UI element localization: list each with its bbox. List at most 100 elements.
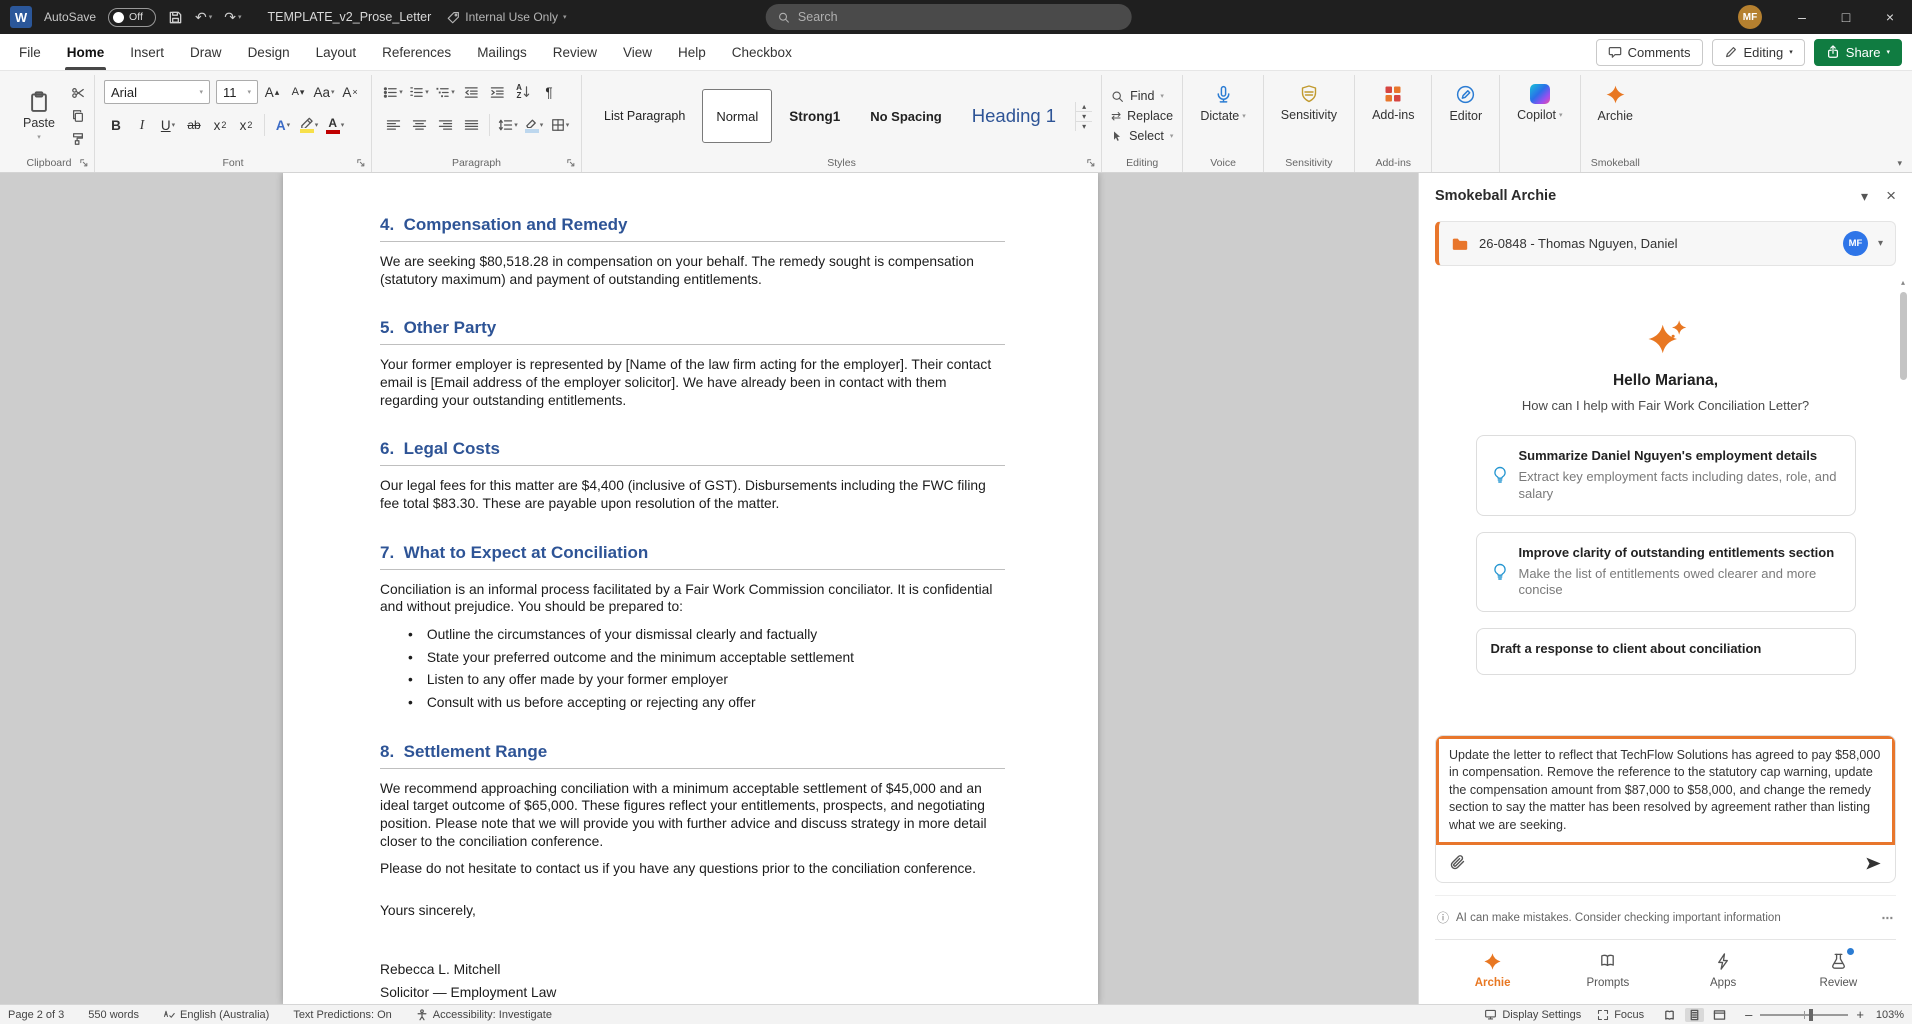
comments-button[interactable]: Comments — [1596, 39, 1703, 66]
replace-button[interactable]: ⇄Replace — [1111, 109, 1173, 123]
tab-layout[interactable]: Layout — [303, 34, 370, 70]
addins-button[interactable]: Add-ins — [1364, 78, 1422, 154]
sensitivity-label-button[interactable]: Internal Use Only ▾ — [447, 10, 566, 24]
style-no-spacing[interactable]: No Spacing — [857, 89, 955, 143]
focus-mode-button[interactable]: Focus — [1597, 1009, 1644, 1021]
decrease-indent-button[interactable] — [459, 80, 483, 104]
language-indicator[interactable]: English (Australia) — [163, 1009, 269, 1021]
sort-button[interactable]: AZ — [511, 80, 535, 104]
show-formatting-marks-button[interactable]: ¶ — [537, 80, 561, 104]
document-page[interactable]: 4. Compensation and Remedy We are seekin… — [283, 173, 1098, 1004]
tab-review[interactable]: Review — [540, 34, 610, 70]
web-layout-icon[interactable] — [1710, 1008, 1729, 1022]
editor-button[interactable]: Editor — [1441, 78, 1490, 154]
align-right-button[interactable] — [433, 113, 457, 137]
grow-font-button[interactable]: A▴ — [260, 80, 284, 104]
italic-button[interactable]: I — [130, 113, 154, 137]
word-count[interactable]: 550 words — [88, 1009, 139, 1021]
select-button[interactable]: Select▾ — [1111, 129, 1173, 143]
multilevel-list-button[interactable]: ▾ — [433, 80, 457, 104]
paste-button[interactable]: Paste ▾ — [13, 78, 65, 154]
style-normal[interactable]: Normal — [702, 89, 772, 143]
line-spacing-button[interactable]: ▾ — [496, 113, 520, 137]
scrollbar-up-icon[interactable]: ▴ — [1897, 278, 1909, 287]
strikethrough-button[interactable]: ab — [182, 113, 206, 137]
text-predictions-indicator[interactable]: Text Predictions: On — [293, 1009, 391, 1021]
superscript-button[interactable]: x2 — [234, 113, 258, 137]
tab-design[interactable]: Design — [235, 34, 303, 70]
search-input[interactable] — [798, 10, 1120, 24]
undo-button[interactable]: ↶▾ — [195, 9, 212, 26]
font-size-combo[interactable]: 11▾ — [216, 80, 258, 104]
send-icon[interactable] — [1864, 854, 1883, 873]
styles-scroll-down-icon[interactable]: ▾ — [1076, 111, 1092, 121]
editing-mode-button[interactable]: Editing ▾ — [1712, 39, 1805, 66]
style-heading-1[interactable]: Heading 1 — [959, 89, 1069, 143]
numbering-button[interactable]: ▾ — [407, 80, 431, 104]
close-button[interactable]: × — [1868, 0, 1912, 34]
borders-button[interactable]: ▾ — [548, 113, 572, 137]
nav-tab-review[interactable]: Review — [1781, 951, 1896, 989]
copilot-button[interactable]: Copilot▾ — [1509, 78, 1570, 154]
nav-tab-prompts[interactable]: Prompts — [1550, 951, 1665, 989]
zoom-slider[interactable] — [1760, 1014, 1848, 1016]
font-color-button[interactable]: A▾ — [323, 113, 347, 137]
styles-scroll-up-icon[interactable]: ▴ — [1076, 102, 1092, 111]
zoom-out-button[interactable]: – — [1745, 1007, 1752, 1022]
tab-home[interactable]: Home — [54, 34, 118, 70]
shading-button[interactable]: ▾ — [522, 113, 546, 137]
tab-references[interactable]: References — [369, 34, 464, 70]
nav-tab-archie[interactable]: Archie — [1435, 951, 1550, 989]
style-list-paragraph[interactable]: List Paragraph — [591, 89, 698, 143]
tab-draw[interactable]: Draw — [177, 34, 235, 70]
zoom-in-button[interactable]: + — [1856, 1007, 1864, 1022]
archie-ribbon-button[interactable]: Archie — [1590, 78, 1641, 154]
increase-indent-button[interactable] — [485, 80, 509, 104]
print-layout-icon[interactable] — [1685, 1008, 1704, 1022]
autosave-toggle[interactable]: Off — [108, 8, 156, 27]
nav-tab-apps[interactable]: Apps — [1666, 951, 1781, 989]
suggestion-card[interactable]: Summarize Daniel Nguyen's employment det… — [1476, 435, 1856, 516]
panel-collapse-icon[interactable]: ▾ — [1861, 188, 1868, 205]
shrink-font-button[interactable]: A▾ — [286, 80, 310, 104]
tab-mailings[interactable]: Mailings — [464, 34, 540, 70]
user-avatar[interactable]: MF — [1738, 5, 1762, 29]
maximize-button[interactable]: □ — [1824, 0, 1868, 34]
attachment-icon[interactable] — [1448, 855, 1466, 873]
save-icon[interactable] — [168, 10, 183, 25]
document-title[interactable]: TEMPLATE_v2_Prose_Letter — [268, 10, 432, 24]
matter-selector[interactable]: 26-0848 - Thomas Nguyen, Daniel MF ▾ — [1435, 221, 1896, 266]
underline-button[interactable]: U▾ — [156, 113, 180, 137]
archie-prompt-input[interactable]: Update the letter to reflect that TechFl… — [1436, 736, 1895, 846]
align-center-button[interactable] — [407, 113, 431, 137]
t ab-insert[interactable]: Insert — [117, 34, 177, 70]
tab-help[interactable]: Help — [665, 34, 719, 70]
justify-button[interactable] — [459, 113, 483, 137]
bullets-button[interactable]: ▾ — [381, 80, 405, 104]
redo-button[interactable]: ↷▾ — [224, 9, 241, 26]
align-left-button[interactable] — [381, 113, 405, 137]
scrollbar-thumb[interactable] — [1900, 292, 1907, 380]
style-strong1[interactable]: Strong1 — [776, 89, 853, 143]
styles-gallery-more-icon[interactable]: ▾ — [1076, 121, 1092, 131]
font-name-combo[interactable]: Arial▾ — [104, 80, 210, 104]
search-box[interactable] — [766, 4, 1132, 30]
panel-scrollbar[interactable]: ▴ — [1897, 276, 1909, 735]
format-painter-icon[interactable] — [71, 132, 85, 146]
highlight-color-button[interactable]: ▾ — [297, 113, 321, 137]
word-logo-icon[interactable]: W — [10, 6, 32, 28]
zoom-slider-thumb[interactable] — [1809, 1009, 1813, 1021]
clear-formatting-button[interactable]: A× — [338, 80, 362, 104]
read-mode-icon[interactable] — [1660, 1008, 1679, 1022]
copy-icon[interactable] — [71, 109, 85, 123]
cut-icon[interactable] — [71, 86, 85, 100]
accessibility-indicator[interactable]: Accessibility: Investigate — [416, 1009, 552, 1021]
sensitivity-button[interactable]: Sensitivity — [1273, 78, 1345, 154]
more-options-icon[interactable]: ⋯ — [1882, 911, 1895, 925]
tab-view[interactable]: View — [610, 34, 665, 70]
minimize-button[interactable]: – — [1780, 0, 1824, 34]
find-button[interactable]: Find▾ — [1111, 89, 1173, 103]
display-settings-button[interactable]: Display Settings — [1484, 1008, 1581, 1021]
collapse-ribbon-icon[interactable]: ▾ — [1897, 158, 1902, 169]
zoom-percentage[interactable]: 103% — [1872, 1009, 1904, 1021]
